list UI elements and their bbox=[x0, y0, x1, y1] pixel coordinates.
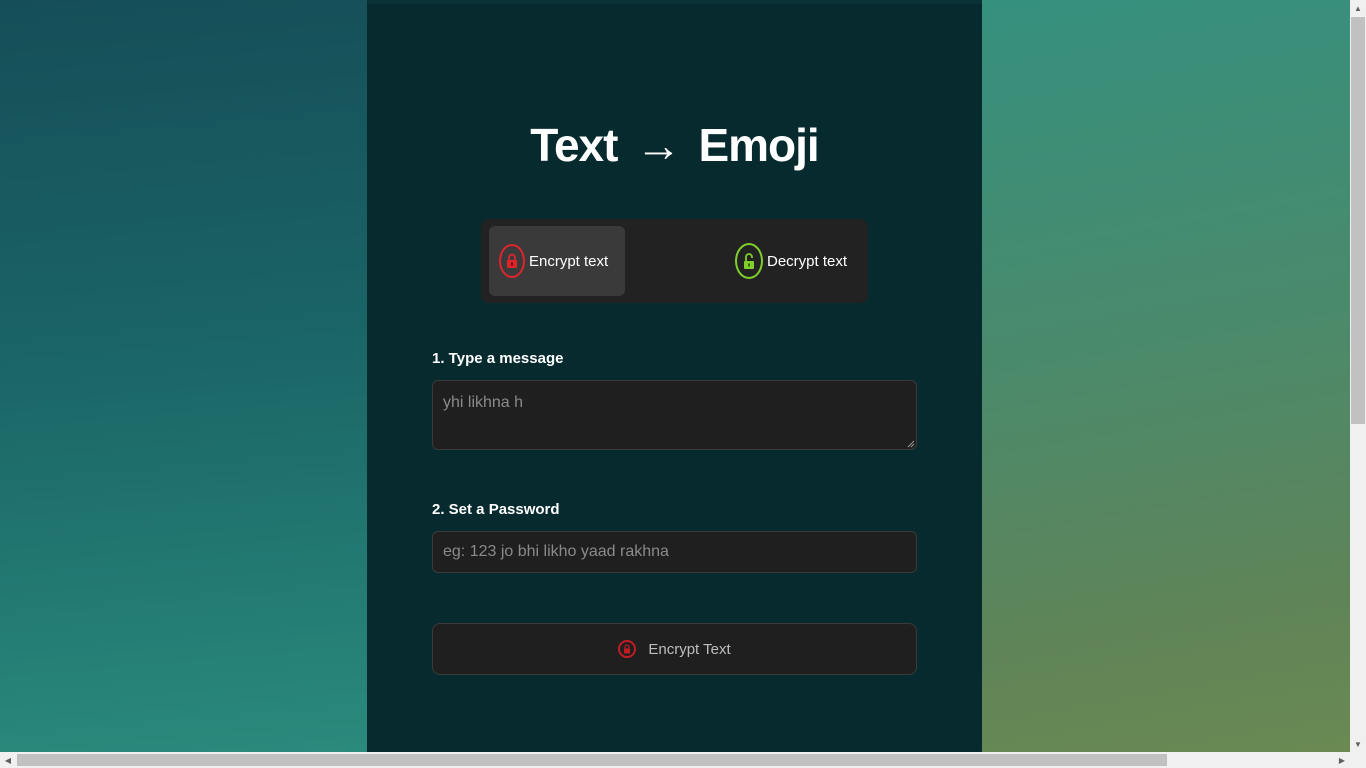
background-right bbox=[982, 0, 1350, 752]
lock-closed-icon bbox=[499, 244, 525, 278]
scroll-up-icon[interactable]: ▲ bbox=[1350, 0, 1366, 16]
password-label: 2. Set a Password bbox=[432, 501, 560, 518]
card-top-edge bbox=[367, 0, 982, 4]
decrypt-tab-label: Decrypt text bbox=[767, 252, 848, 270]
title-left: Text bbox=[530, 119, 618, 171]
encrypt-tab-label: Encrypt text bbox=[529, 252, 609, 270]
title-right: Emoji bbox=[698, 119, 819, 171]
page-title: Text → Emoji bbox=[367, 118, 982, 172]
horizontal-scrollbar[interactable]: ◀ ▶ bbox=[0, 752, 1350, 768]
message-label: 1. Type a message bbox=[432, 350, 564, 367]
horizontal-scroll-thumb[interactable] bbox=[17, 754, 1167, 766]
resize-grip-icon[interactable] bbox=[907, 440, 915, 448]
scrollbar-corner bbox=[1350, 752, 1366, 768]
encrypt-tab[interactable]: Encrypt text bbox=[489, 226, 625, 296]
encrypt-submit-button[interactable]: Encrypt Text bbox=[432, 623, 917, 675]
lock-open-icon bbox=[735, 243, 763, 279]
submit-label: Encrypt Text bbox=[648, 640, 731, 658]
message-textarea[interactable] bbox=[432, 380, 917, 450]
scroll-left-icon[interactable]: ◀ bbox=[0, 752, 16, 768]
vertical-scrollbar[interactable]: ▲ ▼ bbox=[1350, 0, 1366, 752]
decrypt-tab[interactable]: Decrypt text bbox=[733, 226, 863, 296]
lock-closed-icon bbox=[618, 640, 637, 658]
vertical-scroll-thumb[interactable] bbox=[1351, 17, 1365, 424]
mode-toggle: Encrypt text Decrypt text bbox=[481, 219, 868, 303]
scroll-down-icon[interactable]: ▼ bbox=[1350, 736, 1366, 752]
background-left bbox=[0, 0, 367, 752]
title-arrow: → bbox=[635, 119, 681, 171]
scroll-right-icon[interactable]: ▶ bbox=[1334, 752, 1350, 768]
password-input[interactable] bbox=[432, 531, 917, 573]
main-card: Text → Emoji Encrypt text Decrypt text 1… bbox=[367, 0, 982, 752]
